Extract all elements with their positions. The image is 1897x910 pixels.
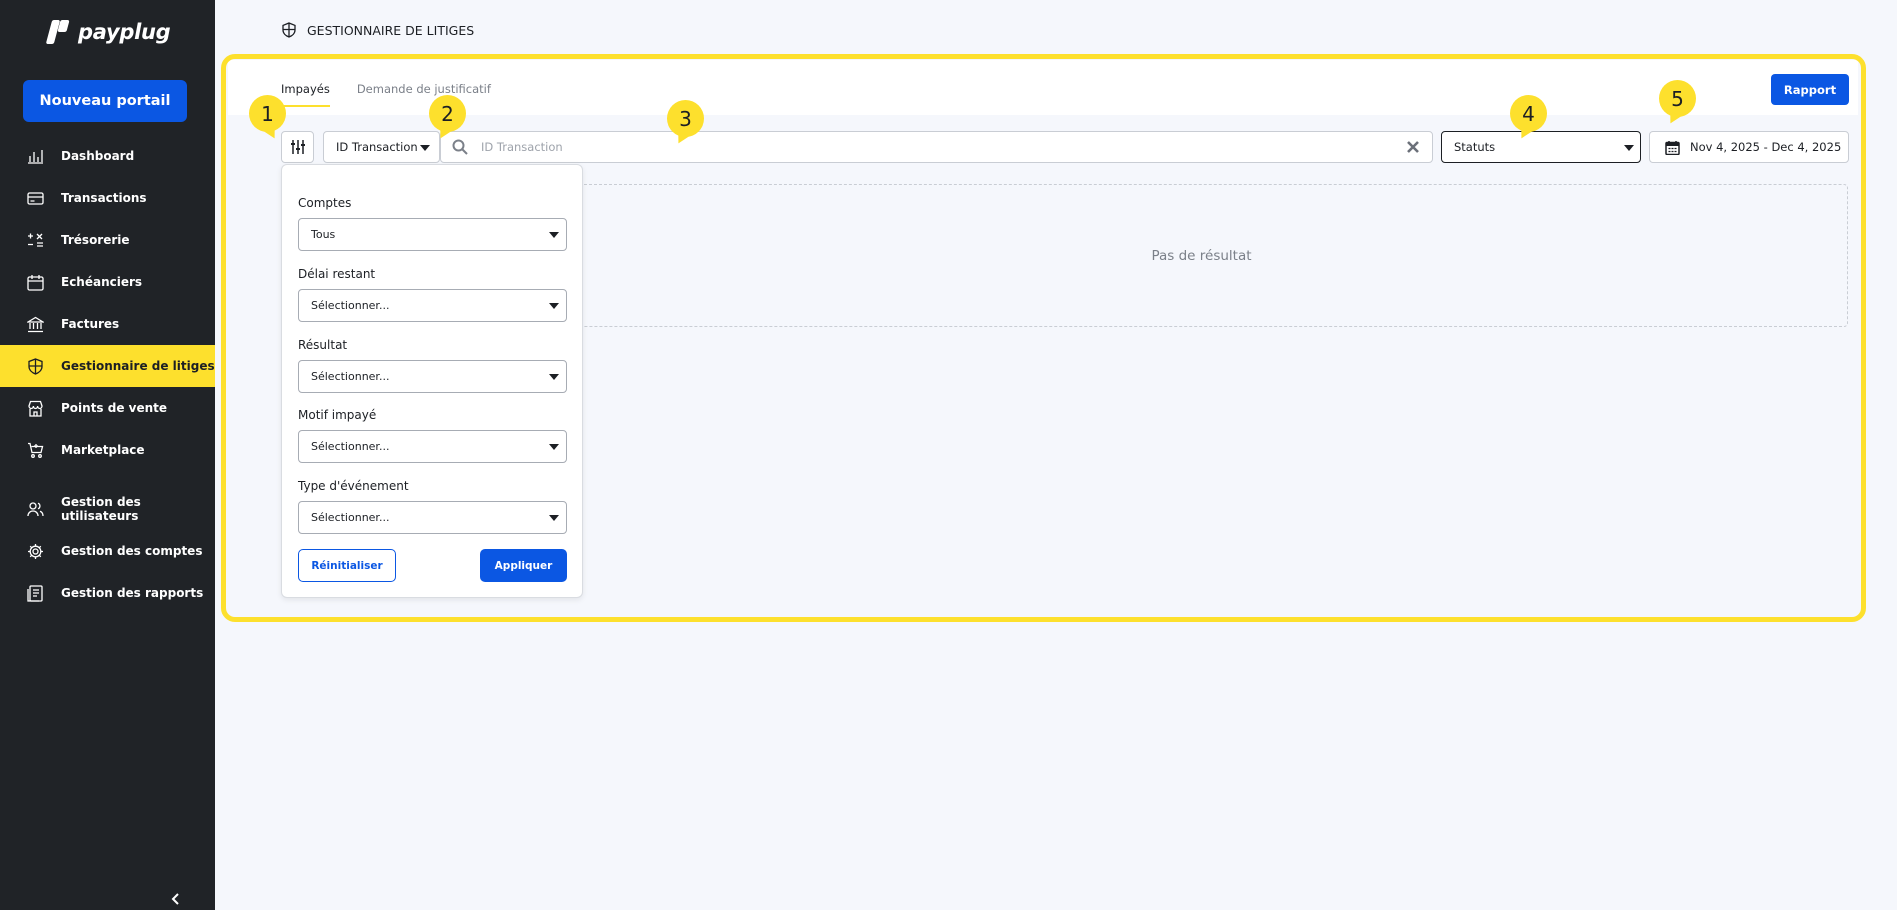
sidebar-item-label: Dashboard [61,149,135,163]
card-icon [27,191,44,205]
new-portal-button[interactable]: Nouveau portail [23,80,187,122]
brand-name: payplug [78,20,171,44]
callout-badge-3: 3 [667,100,704,137]
page-title-text: GESTIONNAIRE DE LITIGES [307,22,475,38]
shield-icon [282,22,296,38]
store-icon [28,400,43,417]
payplug-logo-icon [45,20,72,44]
sidebar-item-echeanciers[interactable]: Echéanciers [0,261,215,303]
sidebar-item-marketplace[interactable]: Marketplace [0,429,215,471]
sidebar-item-label: Gestion des comptes [61,544,203,558]
sidebar-item-tresorerie[interactable]: Trésorerie [0,219,215,261]
sidebar-item-label: Marketplace [61,443,145,457]
sidebar-item-label: Points de vente [61,401,168,415]
sidebar-item-label: Gestion des rapports [61,586,204,600]
cart-icon [28,442,44,458]
sidebar-item-dashboard[interactable]: Dashboard [0,135,215,177]
brand-logo[interactable]: payplug [45,18,171,46]
callout-badge-4: 4 [1510,95,1547,132]
document-icon [27,584,43,602]
calendar-icon [27,274,44,291]
bank-icon [27,316,44,332]
chart-bars-icon [28,149,43,164]
gear-icon [28,543,43,559]
shield-icon [28,357,43,375]
sidebar-item-label: Transactions [61,191,147,205]
sidebar: payplug Nouveau portail Dashboard Transa… [0,0,215,910]
sidebar-item-factures[interactable]: Factures [0,303,215,345]
collapse-sidebar-icon[interactable] [171,893,181,905]
page-title: GESTIONNAIRE DE LITIGES [281,22,474,38]
sidebar-item-label: Gestion des utilisateurs [61,495,141,523]
sidebar-item-transactions[interactable]: Transactions [0,177,215,219]
sidebar-item-gestion-comptes[interactable]: Gestion des comptes [0,530,215,572]
sidebar-item-label: Gestionnaire de litiges [61,359,215,373]
sidebar-item-label: Trésorerie [61,233,130,247]
users-icon [27,501,44,516]
sidebar-item-points-de-vente[interactable]: Points de vente [0,387,215,429]
sidebar-item-gestion-utilisateurs[interactable]: Gestion des utilisateurs [0,488,215,530]
callout-badge-5: 5 [1659,80,1696,117]
sidebar-item-gestion-rapports[interactable]: Gestion des rapports [0,572,215,614]
highlight-frame [221,54,1866,622]
callout-badge-2: 2 [429,95,466,132]
callout-badge-1: 1 [249,95,286,132]
calculator-icon [28,233,43,247]
sidebar-item-gestionnaire-litiges[interactable]: Gestionnaire de litiges [0,345,215,387]
sidebar-item-label: Factures [61,317,120,331]
sidebar-item-label: Echéanciers [61,275,143,289]
sidebar-nav: Dashboard Transactions Trésorerie Echéan… [0,135,215,614]
